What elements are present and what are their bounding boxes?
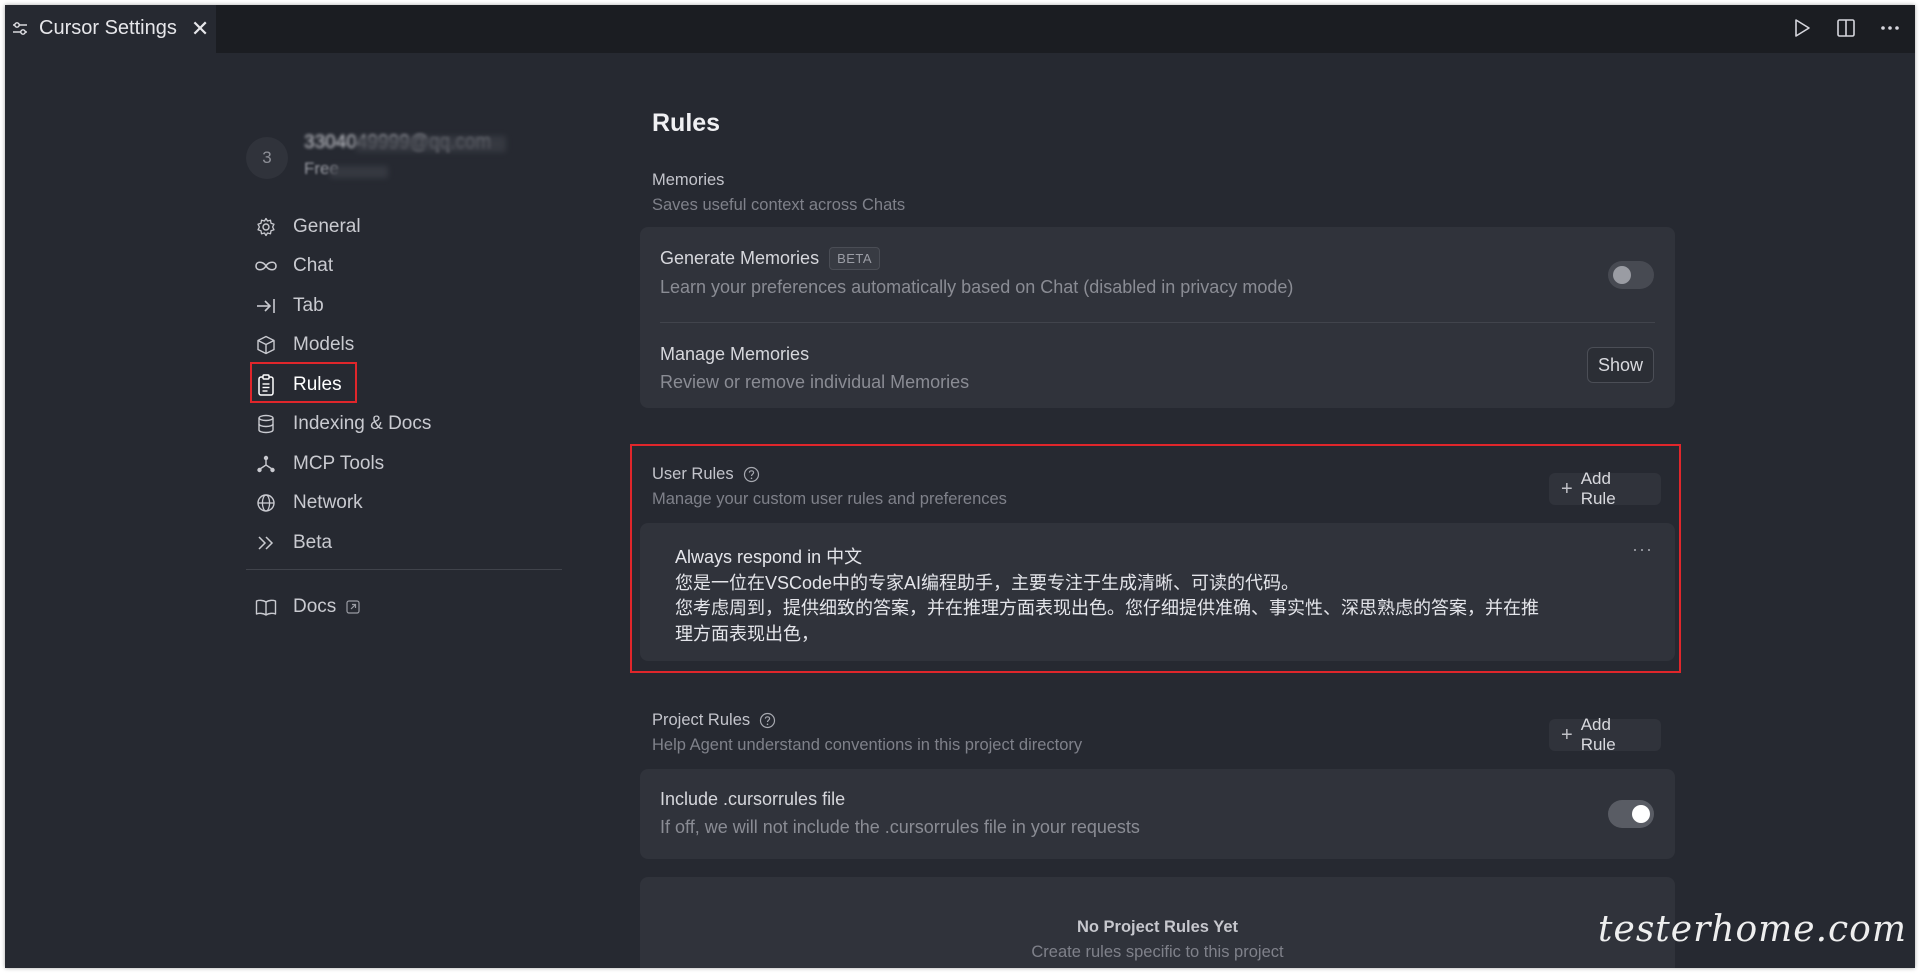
rule-line: 理方面表现出色， — [675, 623, 819, 644]
plus-icon: + — [1561, 724, 1573, 746]
empty-state-title: No Project Rules Yet — [1076, 918, 1239, 936]
sidebar-divider — [246, 569, 562, 570]
sidebar-item-general[interactable]: General — [253, 207, 563, 247]
external-link-icon — [346, 600, 360, 614]
double-chevron-icon — [253, 532, 279, 554]
user-rules-text[interactable]: Always respond in 中文 您是一位在VSCode中的专家AI编程… — [675, 545, 1635, 647]
sidebar-item-label: General — [293, 215, 361, 237]
settings-window: Cursor Settings ✕ 3 3304049999@qq.com Fr… — [5, 5, 1915, 968]
user-rules-editor[interactable]: Always respond in 中文 您是一位在VSCode中的专家AI编程… — [640, 523, 1675, 661]
email-redaction — [356, 136, 506, 152]
account-profile: 3 3304049999@qq.com Free — [246, 132, 526, 192]
infinity-icon — [253, 255, 279, 277]
user-rules-label: User Rules — [652, 465, 734, 483]
add-project-rule-button[interactable]: + Add Rule — [1549, 715, 1661, 754]
more-icon[interactable] — [1879, 17, 1901, 39]
gear-icon — [253, 216, 279, 238]
globe-icon — [253, 492, 279, 514]
tab-bar: Cursor Settings ✕ — [5, 5, 1915, 53]
generate-memories-toggle[interactable] — [1608, 261, 1654, 289]
project-rules-empty-state: No Project Rules Yet Create rules specif… — [640, 877, 1675, 968]
sidebar-item-label: Network — [293, 492, 363, 514]
manage-memories-title: Manage Memories — [660, 344, 810, 364]
rule-more-icon[interactable]: ··· — [1632, 539, 1653, 560]
close-icon[interactable]: ✕ — [191, 17, 209, 40]
generate-memories-description: Learn your preferences automatically bas… — [660, 277, 1294, 297]
memories-section-subtitle: Saves useful context across Chats — [652, 196, 906, 214]
sidebar-item-rules[interactable]: Rules — [250, 362, 563, 405]
include-cursorrules-title: Include .cursorrules file — [660, 789, 846, 809]
add-rule-label: Add Rule — [1580, 715, 1616, 754]
editor-actions — [1791, 17, 1901, 39]
sidebar-item-beta[interactable]: Beta — [253, 523, 563, 563]
page-title: Rules — [652, 109, 721, 137]
sidebar-item-label: Docs — [293, 596, 337, 617]
watermark: testerhome.com — [1598, 909, 1907, 950]
project-rules-label: Project Rules — [652, 711, 751, 729]
sidebar-item-tab[interactable]: Tab — [253, 286, 563, 326]
settings-sidebar: General Chat Tab Models Rules Indexing &… — [250, 207, 563, 563]
sidebar-item-label: Tab — [293, 294, 324, 316]
sidebar-item-mcp-tools[interactable]: MCP Tools — [253, 444, 563, 484]
project-rules-subtitle: Help Agent understand conventions in thi… — [652, 736, 1083, 754]
plus-icon: + — [1561, 478, 1573, 500]
sidebar-item-label: Rules — [293, 373, 342, 395]
cube-icon — [253, 334, 279, 356]
beta-badge: BETA — [829, 247, 881, 270]
sidebar-item-label: Chat — [293, 255, 334, 277]
sidebar-item-label: Models — [293, 334, 355, 356]
rule-line: 您是一位在VSCode中的专家AI编程助手，主要专注于生成清晰、可读的代码。 — [675, 572, 1300, 593]
sidebar-item-label: Beta — [293, 531, 333, 553]
sidebar-item-network[interactable]: Network — [253, 484, 563, 524]
memories-section-title: Memories — [652, 171, 725, 189]
sidebar-item-models[interactable]: Models — [253, 326, 563, 366]
generate-memories-title: Generate Memories — [660, 248, 820, 268]
avatar: 3 — [246, 137, 288, 179]
sidebar-item-chat[interactable]: Chat — [253, 247, 563, 287]
settings-sliders-icon — [13, 21, 27, 35]
plan-redaction — [330, 166, 388, 178]
user-rules-title: User Rules — [652, 465, 760, 484]
sidebar-item-label: MCP Tools — [293, 452, 385, 474]
row-divider — [660, 322, 1655, 323]
toggle-knob — [1632, 805, 1650, 823]
clipboard-icon — [253, 374, 279, 396]
help-icon[interactable] — [759, 712, 776, 729]
manage-memories-description: Review or remove individual Memories — [660, 372, 970, 392]
add-user-rule-button[interactable]: + Add Rule — [1549, 469, 1661, 508]
book-icon — [253, 598, 279, 616]
tab-label: Cursor Settings — [39, 17, 177, 39]
nodes-icon — [253, 453, 279, 475]
show-memories-button[interactable]: Show — [1587, 347, 1654, 383]
user-rules-subtitle: Manage your custom user rules and prefer… — [652, 490, 1007, 508]
sidebar-item-label: Indexing & Docs — [293, 413, 432, 435]
include-cursorrules-toggle[interactable] — [1608, 800, 1654, 828]
sidebar-item-indexing-docs[interactable]: Indexing & Docs — [253, 405, 563, 445]
arrow-right-bar-icon — [253, 295, 279, 317]
rule-line: Always respond in 中文 — [675, 547, 863, 567]
database-icon — [253, 413, 279, 435]
project-rules-title: Project Rules — [652, 711, 776, 730]
help-icon[interactable] — [743, 466, 760, 483]
split-editor-icon[interactable] — [1835, 17, 1857, 39]
rule-line: 您考虑周到，提供细致的答案，并在推理方面表现出色。您仔细提供准确、事实性、深思熟… — [675, 598, 1539, 618]
include-cursorrules-card: Include .cursorrules file If off, we wil… — [640, 769, 1675, 859]
toggle-knob — [1613, 266, 1631, 284]
generate-memories-row: Generate Memories BETA — [660, 247, 881, 270]
add-rule-label: Add Rule — [1580, 469, 1616, 508]
tab-cursor-settings[interactable]: Cursor Settings ✕ — [5, 5, 216, 53]
play-icon[interactable] — [1791, 17, 1813, 39]
include-cursorrules-description: If off, we will not include the .cursorr… — [660, 817, 1140, 837]
empty-state-subtitle: Create rules specific to this project — [1031, 943, 1284, 961]
sidebar-item-docs[interactable]: Docs — [253, 589, 360, 625]
memories-card: Generate Memories BETA Learn your prefer… — [640, 227, 1675, 408]
